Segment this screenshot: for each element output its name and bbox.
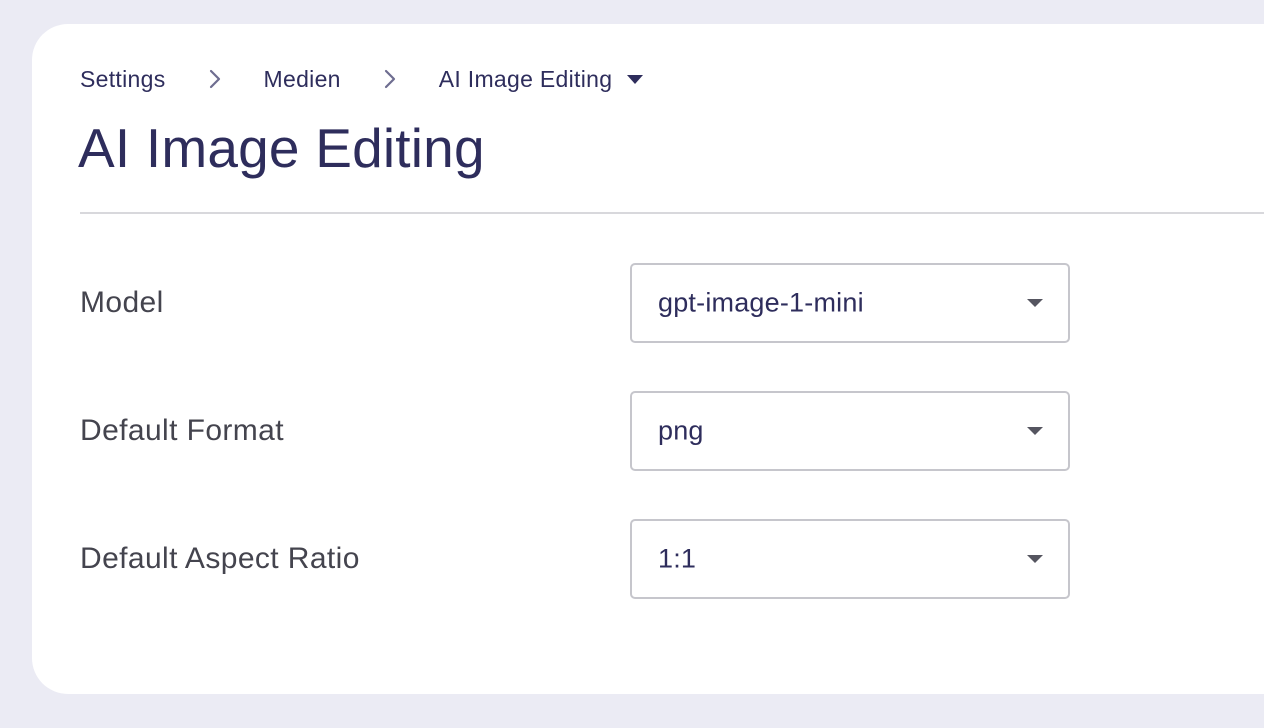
select-value: png — [658, 415, 704, 446]
breadcrumb-item-settings[interactable]: Settings — [80, 66, 166, 93]
select-value: gpt-image-1-mini — [658, 287, 864, 318]
select-value: 1:1 — [658, 543, 697, 574]
field-label: Model — [80, 286, 164, 319]
default-format-select[interactable]: png — [630, 391, 1070, 471]
chevron-right-icon — [166, 69, 264, 89]
divider — [80, 212, 1264, 214]
default-aspect-ratio-select[interactable]: 1:1 — [630, 519, 1070, 599]
model-select[interactable]: gpt-image-1-mini — [630, 263, 1070, 343]
caret-down-icon — [1027, 299, 1043, 307]
form-row-default-format: Default Format png — [80, 391, 1070, 471]
breadcrumb-item-medien[interactable]: Medien — [264, 66, 341, 93]
breadcrumb: Settings Medien AI Image Editing — [80, 62, 644, 96]
page-title: AI Image Editing — [78, 117, 485, 179]
chevron-right-icon — [341, 69, 439, 89]
field-label: Default Format — [80, 414, 284, 447]
caret-down-icon — [1027, 555, 1043, 563]
caret-down-icon — [626, 74, 644, 85]
caret-down-icon — [1027, 427, 1043, 435]
breadcrumb-current-dropdown[interactable]: AI Image Editing — [439, 66, 645, 93]
breadcrumb-item-ai-image-editing: AI Image Editing — [438, 65, 613, 92]
form-row-default-aspect-ratio: Default Aspect Ratio 1:1 — [80, 519, 1070, 599]
form-row-model: Model gpt-image-1-mini — [80, 263, 1070, 343]
settings-card: Settings Medien AI Image Editing AI Imag… — [32, 24, 1264, 694]
field-label: Default Aspect Ratio — [80, 542, 360, 575]
